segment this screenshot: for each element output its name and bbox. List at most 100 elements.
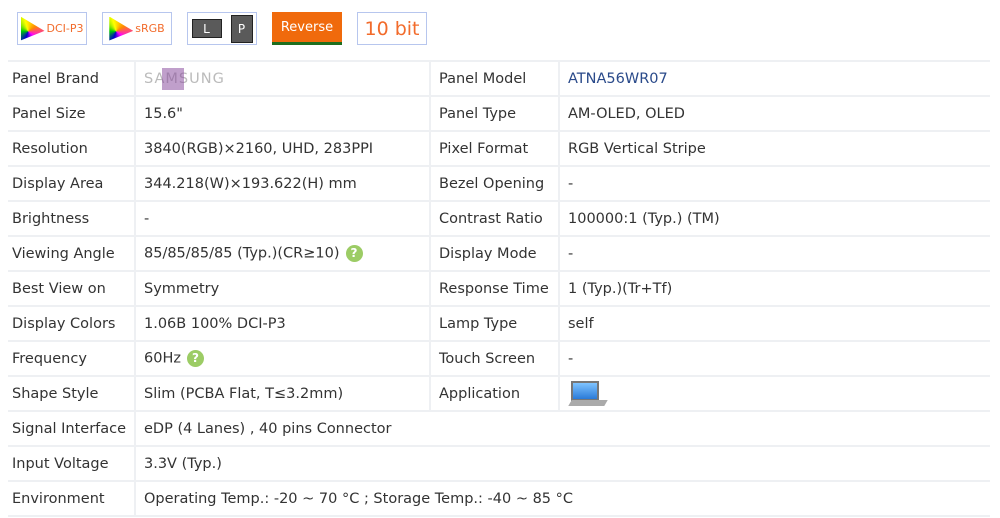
brand-logo: SAMSUNG — [144, 70, 225, 87]
spec-value-text: 100000:1 (Typ.) (TM) — [568, 210, 720, 227]
spec-row: Panel Brand SAMSUNG Panel Model ATNA56WR07 — [8, 60, 990, 97]
spec-value-text: - — [568, 245, 574, 262]
spec-row: Panel Size 15.6" Panel Type AM-OLED, OLED — [8, 96, 990, 132]
spec-label-text: Display Colors — [12, 315, 116, 332]
spec-value-text: - — [144, 210, 150, 227]
spec-value-text: 344.218(W)×193.622(H) mm — [144, 175, 357, 192]
spec-label-text: Resolution — [12, 140, 88, 157]
spec-label: Bezel Opening — [429, 166, 559, 202]
spec-label-text: Input Voltage — [12, 455, 109, 472]
spec-value: - — [558, 341, 990, 377]
spec-label: Panel Size — [8, 96, 135, 132]
spec-value-text: eDP (4 Lanes) , 40 pins Connector — [144, 420, 392, 437]
10-bit-badge: 10 bit — [357, 12, 427, 45]
spec-row: Brightness - Contrast Ratio 100000:1 (Typ.)… — [8, 201, 990, 237]
spec-label-text: Display Mode — [439, 245, 537, 262]
spec-label: Panel Type — [429, 96, 559, 132]
spec-value: ATNA56WR07 — [558, 60, 990, 97]
spec-value: Symmetry — [134, 271, 430, 307]
spec-row: Display Colors 1.06B 100% DCI-P3 Lamp Type… — [8, 306, 990, 342]
spec-label: Signal Interface — [8, 411, 135, 447]
spec-label: Environment — [8, 481, 135, 517]
portrait-icon: P — [230, 14, 253, 43]
srgb-badge: sRGB — [102, 12, 172, 45]
spec-label-text: Panel Type — [439, 105, 517, 122]
spec-value-text: 85/85/85/85 (Typ.)(CR≥10) — [144, 245, 340, 262]
spec-label-text: Environment — [12, 490, 105, 507]
spec-value: - — [558, 166, 990, 202]
spec-row: Environment Operating Temp.: -20 ~ 70 °C … — [8, 481, 990, 517]
spec-value-text: RGB Vertical Stripe — [568, 140, 706, 157]
spec-value: - — [558, 236, 990, 272]
spec-value: 3.3V (Typ.) — [134, 446, 990, 482]
spec-row: Signal Interface eDP (4 Lanes) , 40 pins … — [8, 411, 990, 447]
spec-value: 15.6" — [134, 96, 430, 132]
spec-value — [558, 376, 990, 412]
spec-value-text: 1.06B 100% DCI-P3 — [144, 315, 286, 332]
spec-value: eDP (4 Lanes) , 40 pins Connector — [134, 411, 990, 447]
spec-value-text: 3.3V (Typ.) — [144, 455, 222, 472]
spec-value: 344.218(W)×193.622(H) mm — [134, 166, 430, 202]
spec-label: Resolution — [8, 131, 135, 167]
spec-value: - — [134, 201, 430, 237]
spec-label: Lamp Type — [429, 306, 559, 342]
spec-label: Pixel Format — [429, 131, 559, 167]
laptop-icon — [568, 380, 608, 407]
spec-label-text: Panel Size — [12, 105, 86, 122]
spec-value: Operating Temp.: -20 ~ 70 °C ; Storage T… — [134, 481, 990, 517]
spec-value: AM-OLED, OLED — [558, 96, 990, 132]
spec-label: Brightness — [8, 201, 135, 237]
feature-badges: DCI-P3 sRGB L P Reverse 10 bit — [17, 12, 427, 45]
spec-value-text: - — [568, 175, 574, 192]
spec-label: Frequency — [8, 341, 135, 377]
landscape-icon: L — [191, 19, 222, 38]
spec-label-text: Brightness — [12, 210, 90, 227]
spec-value-text: 60Hz — [144, 350, 181, 367]
spec-value-text: 15.6" — [144, 105, 183, 122]
spec-label-text: Lamp Type — [439, 315, 518, 332]
spec-label: Response Time — [429, 271, 559, 307]
spec-value-text: - — [568, 350, 574, 367]
spec-value-text: Symmetry — [144, 280, 220, 297]
panel-spec-table: Panel Brand SAMSUNG Panel Model ATNA56WR07 P… — [8, 60, 990, 517]
spec-value-text: 1 (Typ.)(Tr+Tf) — [568, 280, 673, 297]
spec-label-text: Bezel Opening — [439, 175, 545, 192]
spec-label-text: Response Time — [439, 280, 549, 297]
spec-value: 60Hz? — [134, 341, 430, 377]
help-icon[interactable]: ? — [186, 350, 204, 367]
spec-label: Panel Model — [429, 60, 559, 97]
spec-row: Input Voltage 3.3V (Typ.) — [8, 446, 990, 482]
spec-label-text: Shape Style — [12, 385, 99, 402]
spec-label: Touch Screen — [429, 341, 559, 377]
spec-label-text: Panel Brand — [12, 70, 99, 87]
spec-label-text: Best View on — [12, 280, 106, 297]
spec-value: RGB Vertical Stripe — [558, 131, 990, 167]
spec-label: Display Colors — [8, 306, 135, 342]
spec-label-text: Frequency — [12, 350, 87, 367]
help-icon[interactable]: ? — [345, 245, 363, 262]
spec-row: Resolution 3840(RGB)×2160, UHD, 283PPI Pix… — [8, 131, 990, 167]
spec-value-text: 3840(RGB)×2160, UHD, 283PPI — [144, 140, 374, 157]
spec-value: Slim (PCBA Flat, T≤3.2mm) — [134, 376, 430, 412]
spec-row: Best View on Symmetry Response Time 1 (Typ.… — [8, 271, 990, 307]
spec-value: 85/85/85/85 (Typ.)(CR≥10)? — [134, 236, 430, 272]
spec-label-text: Signal Interface — [12, 420, 127, 437]
spec-label: Contrast Ratio — [429, 201, 559, 237]
spec-label-text: Application — [439, 385, 521, 402]
spec-label: Display Mode — [429, 236, 559, 272]
spec-label: Display Area — [8, 166, 135, 202]
spec-value: SAMSUNG — [134, 60, 430, 97]
color-gamut-icon — [109, 16, 134, 41]
landscape-portrait-badge: L P — [187, 12, 257, 45]
spec-value: 3840(RGB)×2160, UHD, 283PPI — [134, 131, 430, 167]
spec-value-text: AM-OLED, OLED — [568, 105, 685, 122]
dci-p3-badge: DCI-P3 — [17, 12, 87, 45]
spec-label: Application — [429, 376, 559, 412]
srgb-label: sRGB — [135, 22, 165, 35]
spec-label: Input Voltage — [8, 446, 135, 482]
spec-row: Display Area 344.218(W)×193.622(H) mm Beze… — [8, 166, 990, 202]
spec-label: Viewing Angle — [8, 236, 135, 272]
spec-label-text: Contrast Ratio — [439, 210, 543, 227]
spec-value: 1.06B 100% DCI-P3 — [134, 306, 430, 342]
reverse-badge: Reverse — [272, 12, 342, 45]
